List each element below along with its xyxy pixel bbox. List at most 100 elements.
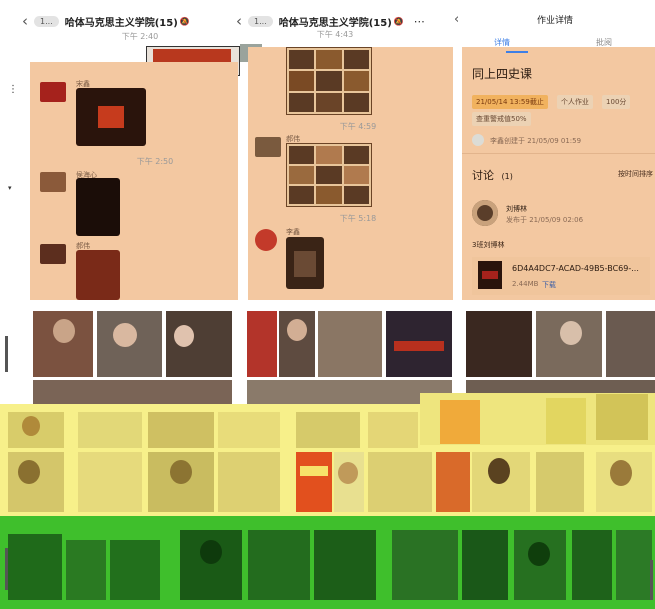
photo[interactable] [66, 540, 106, 600]
photo[interactable] [472, 452, 530, 512]
photo [174, 325, 194, 347]
chat-time: 下午 4:59 [339, 122, 377, 131]
chat-image-message[interactable] [76, 178, 120, 236]
comment-time: 发布于 21/05/09 02:06 [506, 216, 584, 224]
photo [316, 186, 342, 204]
photo[interactable] [440, 400, 480, 444]
photo[interactable] [536, 452, 584, 512]
photo[interactable] [166, 311, 232, 377]
avatar[interactable] [40, 244, 66, 264]
page-title: 作业详情 [536, 16, 573, 26]
photo [289, 71, 315, 91]
photo[interactable] [436, 452, 470, 512]
photo[interactable] [279, 311, 315, 377]
photo [488, 458, 510, 484]
caret-icon: ▾ [8, 184, 12, 192]
photo[interactable] [248, 530, 310, 600]
photo [22, 416, 40, 436]
photo [316, 166, 342, 184]
photo [610, 460, 632, 486]
chat-time: 下午 2:50 [136, 157, 174, 166]
photo [289, 146, 315, 164]
photo[interactable] [318, 311, 382, 377]
photo [18, 460, 40, 484]
photo[interactable] [466, 311, 532, 377]
attachment-card[interactable]: 6D4A4DC7-ACAD-49B5-BC69-... 2.44MB 下载 [472, 257, 650, 295]
photo[interactable] [218, 412, 280, 448]
photo[interactable] [78, 412, 142, 448]
photo[interactable] [247, 311, 277, 377]
photo[interactable] [368, 412, 418, 448]
image-grid-message[interactable] [286, 143, 372, 207]
photo[interactable] [8, 534, 62, 600]
avatar[interactable] [255, 229, 277, 251]
photo [482, 271, 498, 279]
homework-title: 同上四史课 [472, 67, 533, 81]
photo [316, 50, 342, 70]
photo[interactable] [148, 452, 214, 512]
photo [170, 460, 192, 484]
chat-title: 哈体马克思主义学院(15) [278, 17, 392, 29]
photo [343, 186, 369, 204]
photo[interactable] [296, 412, 360, 448]
scroll-indicator [650, 560, 653, 600]
photo [316, 146, 342, 164]
photo[interactable] [218, 452, 280, 512]
photo[interactable] [392, 530, 458, 600]
photo[interactable] [546, 398, 586, 444]
photo [289, 92, 315, 112]
avatar[interactable] [40, 82, 66, 102]
chat-title: 哈体马克思主义学院(15) [64, 17, 178, 29]
photo[interactable] [386, 311, 452, 377]
avatar[interactable] [40, 172, 66, 192]
back-arrow-icon[interactable]: ‹ [454, 12, 459, 27]
tab-indicator [506, 51, 528, 53]
back-arrow-icon[interactable]: ‹ [232, 12, 246, 30]
sort-button[interactable]: 按时间排序 [618, 169, 653, 179]
chat-image-message[interactable] [76, 250, 120, 300]
back-arrow-icon[interactable]: ‹ [18, 12, 32, 30]
photo[interactable] [110, 540, 160, 600]
photo[interactable] [314, 530, 376, 600]
type-tag: 个人作业 [556, 95, 593, 109]
photo[interactable] [462, 530, 508, 600]
photo[interactable] [572, 530, 612, 600]
chat-time: 下午 4:43 [316, 30, 354, 39]
download-link[interactable]: 下载 [542, 280, 556, 290]
photo[interactable] [368, 452, 432, 512]
photo [289, 50, 315, 70]
photo [343, 166, 369, 184]
comment-user: 刘博林 [506, 205, 527, 213]
sender-name: 李鑫 [286, 228, 300, 236]
more-dots-icon[interactable]: ⋮ [8, 84, 18, 95]
photo[interactable] [616, 530, 652, 600]
photo[interactable] [33, 311, 93, 377]
photo[interactable] [78, 452, 142, 512]
photo[interactable] [8, 452, 64, 512]
chat-time: 下午 5:18 [339, 214, 377, 223]
photo[interactable] [296, 452, 332, 512]
photo[interactable] [596, 394, 648, 440]
photo[interactable] [606, 311, 655, 377]
photo[interactable] [180, 530, 242, 600]
chat-image-message[interactable] [76, 88, 146, 146]
photo[interactable] [97, 311, 162, 377]
image-grid-message[interactable] [286, 47, 372, 115]
chat-image-message[interactable] [286, 237, 324, 289]
homework-detail-panel: 同上四史课 21/05/14 13:59截止 个人作业 100分 查重警戒值50… [462, 47, 655, 300]
photo[interactable] [514, 530, 566, 600]
photo[interactable] [536, 311, 602, 377]
photo[interactable] [334, 452, 364, 512]
avatar[interactable] [472, 200, 498, 226]
photo[interactable] [596, 452, 652, 512]
photo [289, 166, 315, 184]
discussion-header: 讨论 (1) [472, 167, 513, 183]
avatar[interactable] [255, 137, 281, 157]
photo[interactable] [8, 412, 64, 448]
photo [287, 319, 307, 341]
creator-line: 李鑫创建于 21/05/09 01:59 [490, 137, 582, 145]
more-icon[interactable]: ⋯ [414, 15, 425, 28]
divider [462, 153, 655, 154]
discussion-count: (1) [501, 172, 513, 181]
photo[interactable] [148, 412, 214, 448]
